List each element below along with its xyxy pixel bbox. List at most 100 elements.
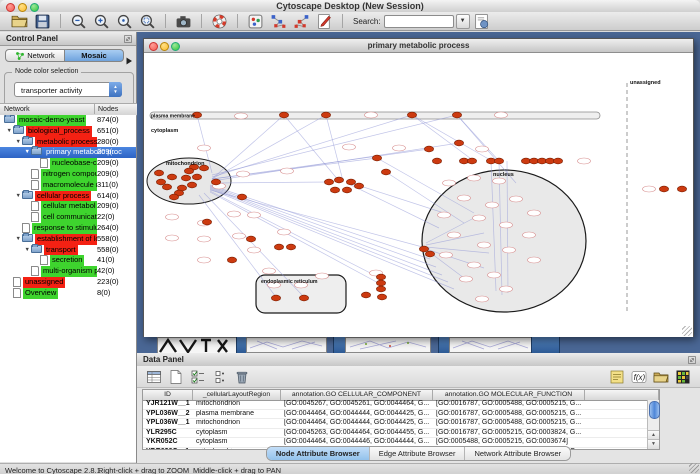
background-window-fragment[interactable] [449,337,533,353]
node-color-dropdown[interactable]: transporter activity ▲▼ [14,82,122,97]
graph-node[interactable] [372,155,381,161]
graph-node[interactable] [342,187,351,193]
tree-row-macromolecule-m[interactable]: macromolecule m311(0) [0,180,136,191]
graph-node[interactable] [467,158,476,164]
graph-node[interactable] [376,280,385,286]
graph-node[interactable] [354,183,363,189]
search-input[interactable] [384,15,454,28]
graph-node[interactable] [677,186,686,192]
annotation-icon[interactable] [316,13,333,30]
graph-node[interactable] [361,292,370,298]
select-attributes-icon[interactable] [146,369,162,385]
heatmap-icon[interactable] [675,369,691,385]
graph-node[interactable] [169,194,178,200]
zoom-fit-icon[interactable] [116,13,133,30]
table-row[interactable]: YPL036W__2plasma membrane[GO:0044464, GO… [143,410,647,420]
tab-mosaic[interactable]: Mosaic [64,49,124,62]
save-icon[interactable] [34,13,51,30]
column-header[interactable]: ID [143,390,193,400]
table-scrollbar[interactable]: ▲ ▼ [647,400,659,449]
background-window-fragment[interactable] [345,337,431,353]
tab-edge-attribute-browser[interactable]: Edge Attribute Browser [370,447,466,460]
tree-row-cell-communicati[interactable]: cell communicati22(0) [0,212,136,223]
graph-node[interactable] [424,146,433,152]
float-panel-icon[interactable] [123,34,133,44]
notes-icon[interactable] [609,369,625,385]
graph-node[interactable] [330,187,339,193]
tree-row-nitrogen-compou[interactable]: nitrogen compou209(0) [0,169,136,180]
tree-row-cellular-process[interactable]: ▼cellular process614(0) [0,191,136,202]
tree-row-establishment-of-lo[interactable]: ▼establishment of lo558(0) [0,234,136,245]
graph-node[interactable] [227,257,236,263]
formula-icon[interactable]: f(x) [631,369,647,385]
graph-node[interactable] [299,295,308,301]
graph-node[interactable] [659,186,668,192]
tree-row-response-to-stimulu[interactable]: response to stimulu264(0) [0,223,136,234]
graph-node[interactable] [419,246,428,252]
open-file-icon[interactable] [11,13,28,30]
graph-node[interactable] [187,182,196,188]
network-window-titlebar[interactable]: primary metabolic process [144,39,693,53]
network-view-window[interactable]: primary metabolic process plasma membran… [143,38,694,337]
attribute-toggle-icon[interactable] [212,369,228,385]
network-tool-b-icon[interactable] [293,13,310,30]
table-row[interactable]: YJR121W__1mitochondrion[GO:0045267, GO:0… [143,400,647,410]
column-header[interactable]: _cellularLayoutRegion [193,390,281,400]
search-dropdown-arrow-icon[interactable]: ▼ [456,14,470,29]
graph-node[interactable] [237,194,246,200]
table-row[interactable]: YLR295Ccytoplasm[GO:0045263, GO:0044464,… [143,429,647,439]
tree-row-primary-metabolic-proc[interactable]: ▼primary metabolic proc209(... [0,147,136,158]
expand-arrow-icon[interactable]: ▼ [16,236,21,242]
scrollbar-thumb[interactable] [649,401,660,419]
graph-node[interactable] [162,184,171,190]
graph-node[interactable] [454,140,463,146]
graph-node[interactable] [377,294,386,300]
graph-node[interactable] [279,112,288,118]
tree-row-secretion[interactable]: secretion41(0) [0,255,136,266]
graph-node[interactable] [274,244,283,250]
vizmapper-icon[interactable] [247,13,264,30]
tab-network-attribute-browser[interactable]: Network Attribute Browser [465,447,570,460]
graph-node[interactable] [154,170,163,176]
zoom-out-icon[interactable] [70,13,87,30]
tree-row-nucleobase-cont[interactable]: nucleobase-cont209(0) [0,158,136,169]
column-header[interactable]: annotation.GO CELLULAR_COMPONENT [281,390,433,400]
tree-row-multi-organism-pro[interactable]: multi-organism pro42(0) [0,266,136,277]
graph-node[interactable] [167,174,176,180]
tab-node-attribute-browser[interactable]: Node Attribute Browser [267,447,370,460]
snapshot-icon[interactable] [175,13,192,30]
column-divider[interactable] [94,104,95,114]
background-window-fragment[interactable] [246,337,327,353]
tree-col-nodes[interactable]: Nodes [98,106,118,113]
graph-node[interactable] [346,179,355,185]
graph-node[interactable] [246,236,255,242]
graph-node[interactable] [286,244,295,250]
graph-node[interactable] [181,175,190,181]
graph-node[interactable] [334,177,343,183]
graph-node[interactable] [192,174,201,180]
attribute-checklist-icon[interactable] [190,369,206,385]
app-resize-grip[interactable] [689,463,699,473]
tree-row-cellular-metabol[interactable]: cellular metabol209(0) [0,201,136,212]
graph-node[interactable] [184,168,193,174]
tree-row-transport[interactable]: ▼transport558(0) [0,245,136,256]
expand-arrow-icon[interactable]: ▼ [25,247,30,253]
window-resize-grip[interactable] [682,326,692,336]
graph-node[interactable] [202,219,211,225]
graph-node[interactable] [376,274,385,280]
graph-node[interactable] [381,169,390,175]
graph-node[interactable] [494,158,503,164]
graph-node[interactable] [407,112,416,118]
graph-node[interactable] [321,112,330,118]
tree-row-overview[interactable]: Overview8(0) [0,288,136,299]
network-canvas[interactable]: plasma membranecytoplasmmitochondrionnuc… [144,53,693,337]
delete-attribute-icon[interactable] [234,369,250,385]
zoom-in-icon[interactable] [93,13,110,30]
graph-node[interactable] [211,179,220,185]
background-window-titlebar[interactable] [531,336,560,353]
tab-network[interactable]: Network [5,49,65,62]
tree-row-unassigned[interactable]: unassigned223(0) [0,277,136,288]
tree-col-network[interactable]: Network [4,106,30,113]
table-row[interactable]: YPL036W__1mitochondrion[GO:0044464, GO:0… [143,419,647,429]
graph-node[interactable] [156,179,165,185]
